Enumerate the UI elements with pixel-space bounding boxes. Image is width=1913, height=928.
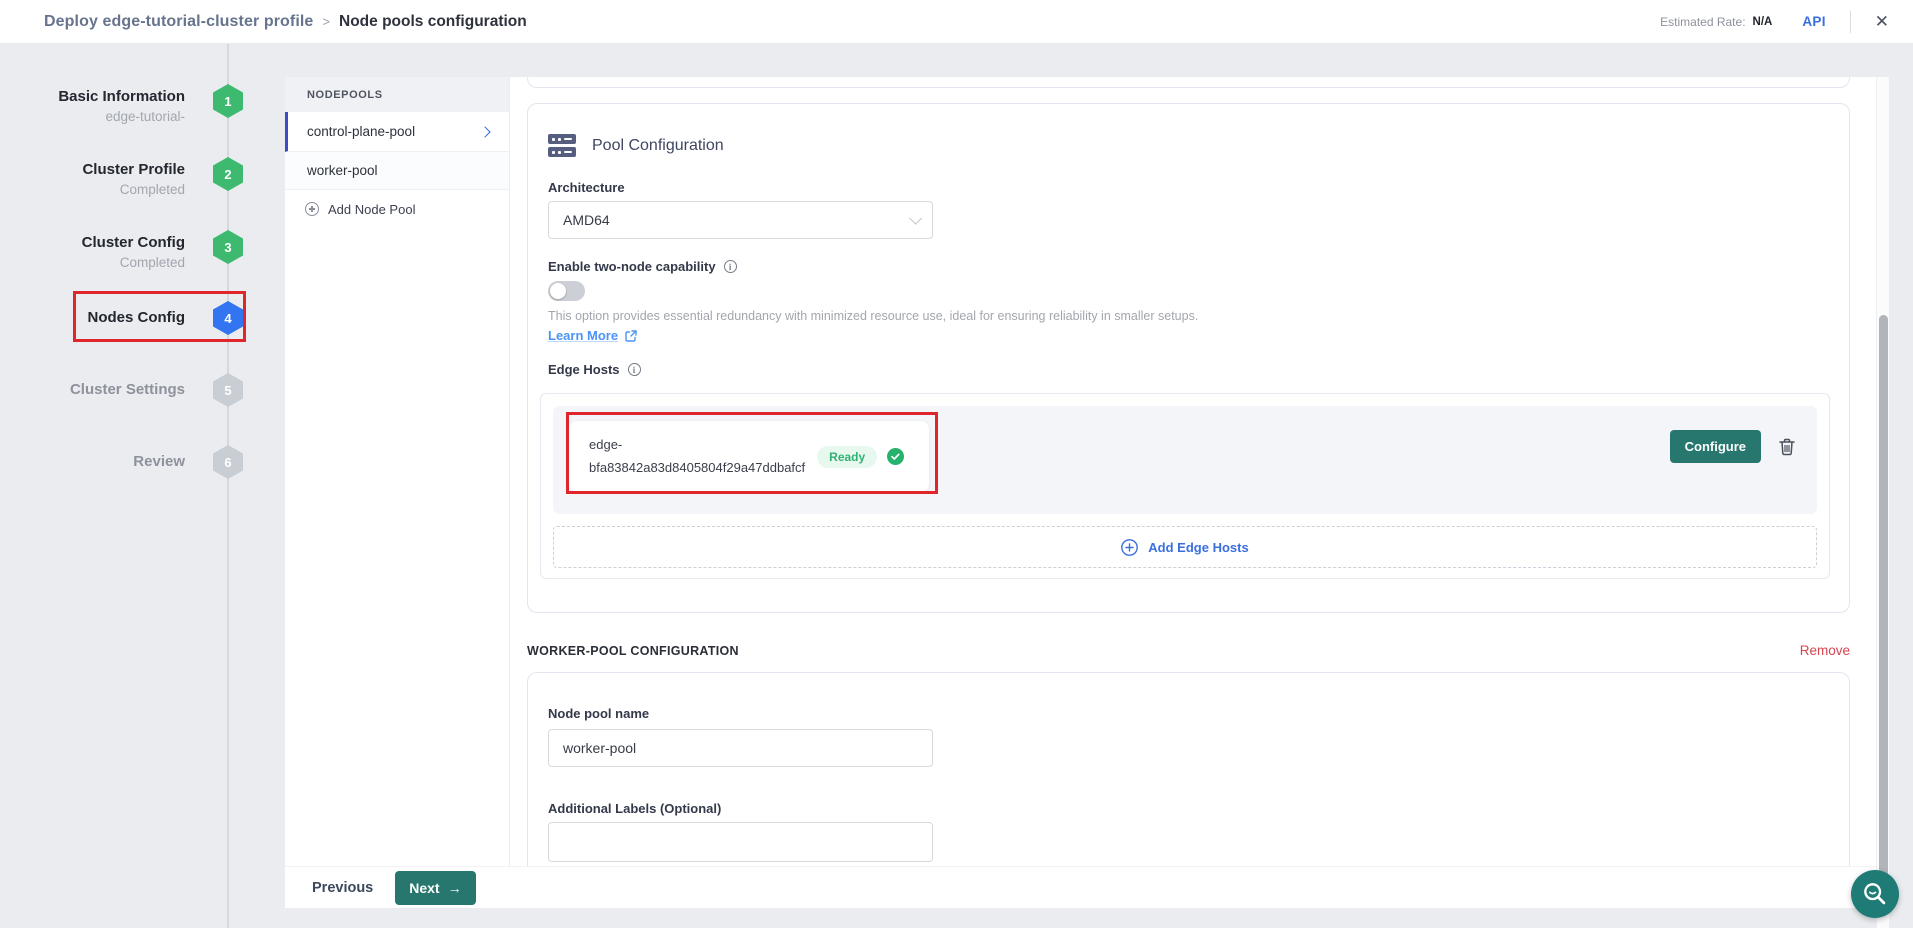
- chevron-down-icon: [909, 212, 922, 225]
- wizard-stepper: Basic Information edge-tutorial- 1 Clust…: [0, 44, 285, 928]
- pool-configuration-title: Pool Configuration: [592, 137, 724, 155]
- nodepool-item-label: control-plane-pool: [307, 124, 415, 139]
- edge-host-name: edge- bfa83842a83d8405804f29a47ddbafcf: [589, 434, 805, 480]
- step-badge-3: 3: [213, 230, 243, 264]
- step-badge-1: 1: [213, 84, 243, 118]
- step-title: Basic Information: [0, 88, 185, 105]
- status-badge: Ready: [817, 446, 877, 468]
- next-button[interactable]: Next →: [395, 871, 475, 905]
- next-button-label: Next: [409, 880, 439, 896]
- edge-hosts-container: edge- bfa83842a83d8405804f29a47ddbafcf R…: [540, 393, 1830, 579]
- step-badge-4: 4: [213, 301, 243, 335]
- info-icon[interactable]: [628, 363, 641, 376]
- step-title: Review: [0, 453, 185, 470]
- breadcrumb-separator: >: [322, 14, 330, 29]
- add-edge-hosts-button[interactable]: Add Edge Hosts: [553, 526, 1817, 568]
- topbar-divider: [1850, 11, 1851, 33]
- breadcrumb-deploy-title: Deploy edge-tutorial-cluster profile: [44, 13, 313, 31]
- add-node-pool-button[interactable]: Add Node Pool: [285, 190, 509, 228]
- step-title: Nodes Config: [0, 309, 185, 326]
- magnifier-smile-icon: [1861, 880, 1889, 908]
- nodepools-sidebar: NODEPOOLS control-plane-pool worker-pool…: [285, 77, 510, 866]
- wizard-footer: Previous Next →: [285, 866, 1889, 908]
- additional-labels-input[interactable]: [548, 822, 933, 862]
- chevron-right-icon: [479, 126, 490, 137]
- estimated-rate-value: N/A: [1753, 16, 1773, 28]
- configure-button[interactable]: Configure: [1670, 430, 1761, 463]
- architecture-label: Architecture: [548, 180, 625, 195]
- page-title: Node pools configuration: [339, 13, 527, 31]
- nodepool-item-label: worker-pool: [307, 163, 378, 178]
- stepper-step-cluster-config[interactable]: Cluster Config Completed 3: [0, 230, 247, 290]
- step-title: Cluster Settings: [0, 381, 185, 398]
- scrollbar-thumb[interactable]: [1879, 315, 1888, 915]
- server-rack-icon: [548, 134, 576, 157]
- vertical-scrollbar[interactable]: [1876, 77, 1889, 928]
- step-subtitle: Completed: [0, 255, 185, 270]
- plus-circle-icon: [305, 202, 319, 216]
- add-edge-hosts-label: Add Edge Hosts: [1148, 540, 1248, 555]
- plus-circle-icon: [1121, 539, 1138, 556]
- edge-host-card[interactable]: edge- bfa83842a83d8405804f29a47ddbafcf R…: [569, 421, 929, 492]
- nodepool-item-worker-pool[interactable]: worker-pool: [285, 152, 509, 190]
- node-pool-name-label: Node pool name: [548, 706, 649, 721]
- edge-host-row: edge- bfa83842a83d8405804f29a47ddbafcf R…: [553, 406, 1817, 514]
- pool-config-scroll-area: Pool Configuration Architecture AMD64 En…: [510, 77, 1889, 866]
- two-node-capability-label: Enable two-node capability: [548, 259, 716, 274]
- edge-hosts-label: Edge Hosts: [548, 362, 620, 377]
- step-subtitle: Completed: [0, 182, 185, 197]
- previous-button[interactable]: Previous: [312, 880, 373, 896]
- stepper-step-cluster-profile[interactable]: Cluster Profile Completed 2: [0, 157, 247, 217]
- close-icon[interactable]: ✕: [1875, 13, 1889, 30]
- additional-labels-label: Additional Labels (Optional): [548, 801, 721, 816]
- nodepools-header: NODEPOOLS: [285, 77, 509, 112]
- top-bar: Deploy edge-tutorial-cluster profile > N…: [0, 0, 1913, 44]
- worker-pool-configuration-heading: WORKER-POOL CONFIGURATION: [527, 644, 739, 658]
- nodepool-item-control-plane-pool[interactable]: control-plane-pool: [285, 112, 509, 152]
- add-node-pool-label: Add Node Pool: [328, 202, 415, 217]
- architecture-selected-value: AMD64: [563, 212, 610, 228]
- two-node-capability-toggle[interactable]: [548, 281, 585, 301]
- external-link-icon: [625, 330, 637, 342]
- scrolled-card-fragment: [527, 77, 1850, 88]
- step-badge-2: 2: [213, 157, 243, 191]
- step-badge-5: 5: [213, 373, 243, 407]
- node-pool-name-input[interactable]: [548, 729, 933, 767]
- check-circle-icon: [887, 448, 904, 465]
- stepper-step-cluster-settings[interactable]: Cluster Settings 5: [0, 373, 247, 433]
- pool-configuration-card: Pool Configuration Architecture AMD64 En…: [527, 103, 1850, 613]
- toggle-knob: [550, 283, 566, 299]
- breadcrumb: Deploy edge-tutorial-cluster profile > N…: [44, 13, 527, 31]
- two-node-description: This option provides essential redundanc…: [548, 309, 1198, 323]
- step-badge-6: 6: [213, 445, 243, 479]
- trash-icon[interactable]: [1779, 438, 1795, 456]
- estimated-rate-label: Estimated Rate:: [1660, 15, 1745, 29]
- step-title: Cluster Profile: [0, 161, 185, 178]
- learn-more-link[interactable]: Learn More: [548, 328, 637, 343]
- stepper-step-review[interactable]: Review 6: [0, 445, 247, 505]
- architecture-select[interactable]: AMD64: [548, 201, 933, 239]
- worker-pool-card: Node pool name Additional Labels (Option…: [527, 672, 1850, 866]
- info-icon[interactable]: [724, 260, 737, 273]
- step-title: Cluster Config: [0, 234, 185, 251]
- arrow-right-icon: →: [448, 880, 462, 896]
- help-search-button[interactable]: [1851, 870, 1899, 918]
- node-pools-panel: NODEPOOLS control-plane-pool worker-pool…: [285, 77, 1889, 908]
- api-link[interactable]: API: [1802, 14, 1825, 29]
- stepper-step-nodes-config[interactable]: Nodes Config 4: [0, 301, 247, 361]
- remove-worker-pool-link[interactable]: Remove: [1800, 643, 1850, 658]
- stepper-step-basic-information[interactable]: Basic Information edge-tutorial- 1: [0, 84, 247, 144]
- step-subtitle: edge-tutorial-: [0, 109, 185, 124]
- learn-more-label: Learn More: [548, 328, 618, 343]
